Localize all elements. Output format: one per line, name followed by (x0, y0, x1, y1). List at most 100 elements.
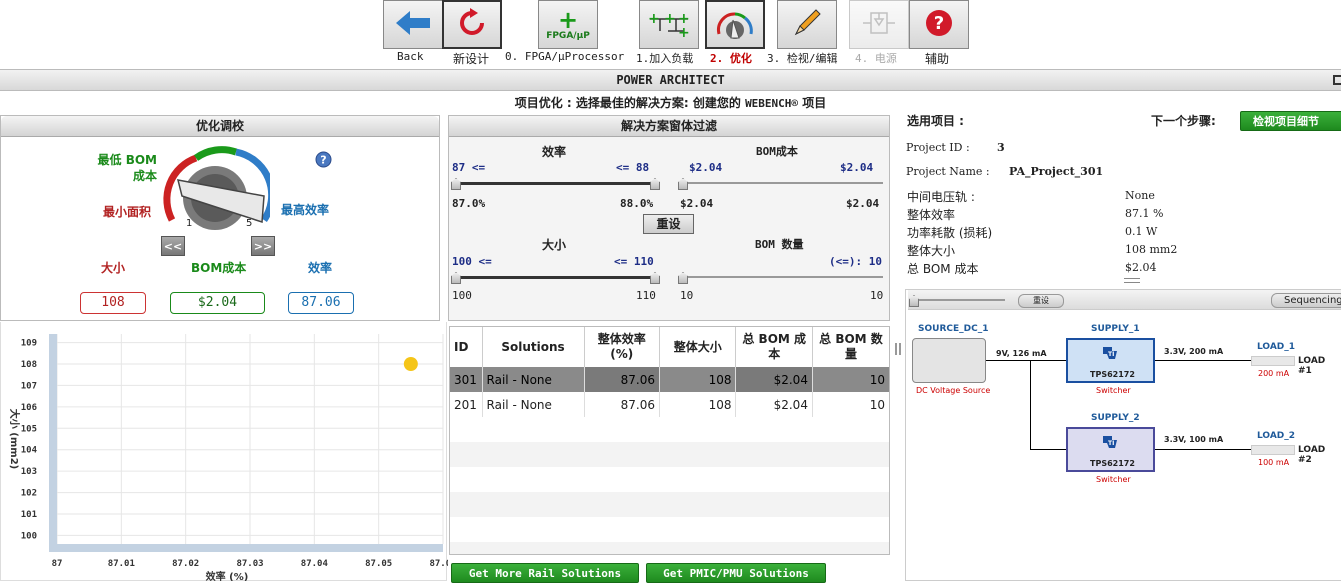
intermediate-rail-value: None (1125, 189, 1155, 202)
add-load-label: 1.加入负载 (636, 52, 694, 65)
panel-splitter-handle[interactable] (895, 343, 901, 355)
bom-cost-high-bound: $2.04 (840, 161, 874, 174)
col-solutions[interactable]: Solutions (481, 327, 585, 367)
back-label: Back (397, 50, 424, 63)
load-2-current: 100 mA (1258, 458, 1290, 467)
total-bom-cost-label: 总 BOM 成本 (907, 262, 979, 276)
bom-count-high-bound: (<=): 10 (829, 255, 882, 268)
size-filter-title: 大小 (542, 238, 567, 252)
bom-cost-slider-track (683, 182, 883, 184)
col-size[interactable]: 整体大小 (658, 327, 736, 367)
y-axis-bar (49, 334, 57, 552)
wire (1030, 360, 1031, 450)
supply-1-part: TPS62172 (1090, 370, 1135, 379)
bom-metric-label: BOM成本 (191, 261, 247, 275)
table-header-row: ID Solutions 整体效率 (%) 整体大小 总 BOM 成本 总 BO… (450, 327, 889, 367)
back-arrow-icon (396, 11, 430, 38)
source-caption: DC Voltage Source (916, 386, 991, 395)
x-tick-label: 87.03 (236, 559, 263, 569)
power-label: 4. 电源 (855, 52, 897, 65)
y-tick-label: 107 (21, 381, 37, 391)
pencil-icon (790, 6, 824, 43)
load-1-block[interactable] (1251, 356, 1295, 366)
eff-low-bound: 87 <= (452, 161, 486, 174)
y-tick-label: 109 (21, 339, 37, 349)
col-bom-cost[interactable]: 总 BOM 成本 (735, 327, 813, 367)
x-tick-label: 87.05 (365, 559, 392, 569)
pmic-solutions-button[interactable]: Get PMIC/PMU Solutions (646, 563, 826, 583)
y-tick-label: 102 (21, 489, 37, 499)
load-1-current: 200 mA (1258, 369, 1290, 378)
y-tick-label: 100 (21, 531, 37, 541)
resize-grip-icon[interactable] (1124, 278, 1140, 283)
supply-2-part: TPS62172 (1090, 459, 1135, 468)
row-solution: Rail - None (481, 367, 585, 392)
dc-source-block[interactable] (912, 338, 986, 383)
bom-cost-max: $2.04 (846, 197, 880, 210)
load-2-title: LOAD_2 (1257, 431, 1296, 441)
svg-text:+: + (648, 11, 660, 27)
col-efficiency[interactable]: 整体效率 (%) (583, 327, 660, 367)
page-subtitle: 项目优化 : 选择最佳的解决方案: 创建您的 WEBENCH® 项目 (0, 94, 1341, 111)
wire (1155, 360, 1251, 361)
power-button[interactable] (849, 0, 909, 49)
size-low-bound: 100 <= (452, 255, 492, 268)
new-design-label: 新设计 (453, 52, 490, 66)
supply-1-title: SUPPLY_1 (1091, 324, 1140, 334)
x-tick-label: 87.02 (172, 559, 199, 569)
bom-count-filter-title: BOM 数量 (755, 238, 804, 251)
size-min: 100 (452, 289, 472, 302)
power-dissipation-value: 0.1 W (1125, 225, 1158, 238)
refresh-icon (457, 8, 487, 41)
row-bom-count: 10 (811, 367, 889, 392)
total-size-value: 108 mm2 (1125, 243, 1178, 256)
selected-project-title: 选用项目 : (907, 114, 964, 128)
load-2-block[interactable] (1251, 445, 1295, 455)
add-load-button[interactable]: + + + + (639, 0, 699, 49)
row-efficiency: 87.06 (583, 392, 660, 417)
project-id-label: Project ID : (906, 141, 970, 154)
optimization-dial[interactable] (160, 140, 276, 230)
bom-cost-min: $2.04 (680, 197, 714, 210)
help-button[interactable]: ? (909, 0, 969, 49)
window-icon[interactable] (1333, 75, 1341, 85)
review-project-label: 检视项目细节 (1253, 115, 1319, 128)
row-efficiency: 87.06 (583, 367, 660, 392)
review-project-button[interactable]: 检视项目细节 (1240, 111, 1341, 131)
total-size-label: 整体大小 (907, 244, 956, 258)
dial-tick-max: 5 (246, 218, 253, 229)
row-id: 201 (454, 397, 477, 412)
filter-reset-button[interactable]: 重设 (643, 214, 694, 234)
table-row[interactable]: 301 Rail - None 87.06 108 $2.04 10 (450, 367, 889, 392)
prev-button[interactable]: << (161, 236, 185, 256)
x-tick-label: 87.06 (429, 559, 448, 569)
subtitle-brand: WEBENCH® (745, 97, 799, 110)
bom-value: $2.04 (170, 292, 265, 314)
max-eff-label: 最高效率 (281, 203, 330, 217)
info-icon[interactable]: ? (315, 151, 332, 171)
row-bom-count: 10 (811, 392, 889, 417)
subtitle-suffix: 项目 (802, 96, 827, 110)
svg-text:TI: TI (1108, 440, 1114, 447)
eff-slider-track (456, 182, 660, 185)
fpga-button[interactable]: + FPGA/μP (538, 0, 598, 49)
fpga-plus-icon: + (557, 5, 579, 34)
schematic-reset-button[interactable]: 重设 (1018, 294, 1064, 308)
more-rail-solutions-button[interactable]: Get More Rail Solutions (451, 563, 639, 583)
optimize-button[interactable] (705, 0, 765, 49)
wire (1030, 449, 1066, 450)
bom-cost-low-bound: $2.04 (689, 161, 723, 174)
load-2-name: LOAD #2 (1298, 445, 1326, 465)
back-button[interactable] (383, 0, 443, 49)
next-button[interactable]: >> (251, 236, 275, 256)
load-1-title: LOAD_1 (1257, 342, 1296, 352)
app-title: POWER ARCHITECT (616, 73, 725, 87)
subtitle-prefix: 项目优化 : 选择最佳的解决方案: 创建您的 (514, 96, 741, 110)
power-circuit-icon (859, 9, 899, 40)
review-edit-button[interactable] (777, 0, 837, 49)
table-row[interactable]: 201 Rail - None 87.06 108 $2.04 10 (450, 392, 889, 417)
col-bom-count[interactable]: 总 BOM 数量 (811, 327, 889, 367)
sequencing-button[interactable]: Sequencing (1271, 293, 1341, 308)
col-id[interactable]: ID (450, 327, 483, 367)
new-design-button[interactable] (442, 0, 502, 49)
